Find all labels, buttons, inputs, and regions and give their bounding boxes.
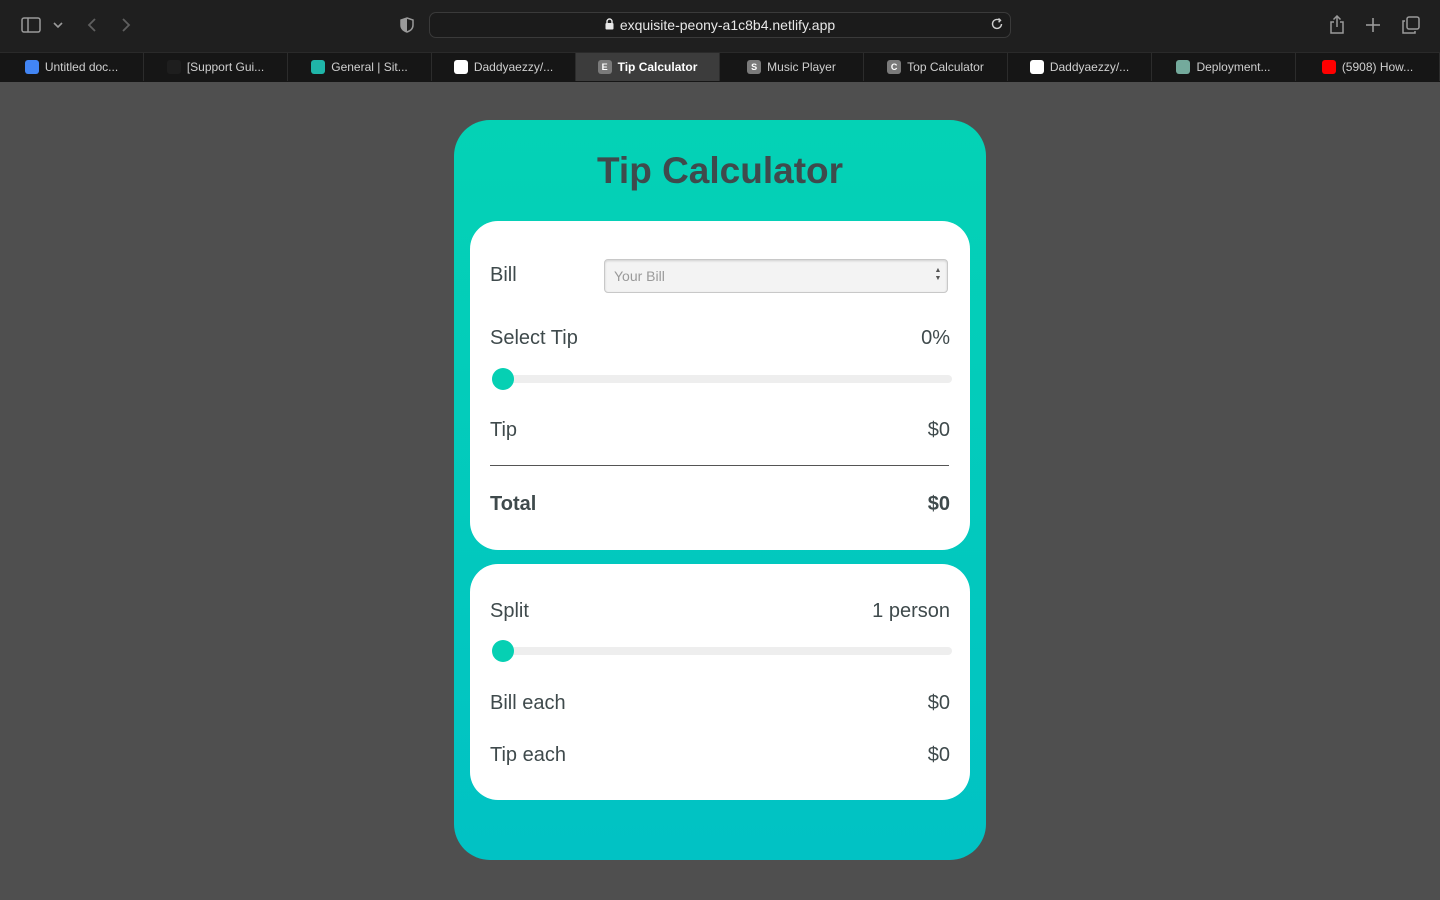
browser-tab[interactable]: Daddyaezzy/... <box>432 53 576 81</box>
lock-icon <box>605 17 614 33</box>
youtube-icon <box>1321 60 1336 74</box>
browser-tab-label: Top Calculator <box>907 60 984 74</box>
github-icon <box>1029 60 1044 74</box>
split-slider-handle[interactable] <box>492 640 514 662</box>
tab-overview-icon[interactable] <box>1400 15 1422 35</box>
split-label: Split <box>490 600 529 622</box>
browser-tab-label: Deployment... <box>1196 60 1271 74</box>
browser-tab[interactable]: S Music Player <box>720 53 864 81</box>
shield-icon[interactable] <box>398 16 416 34</box>
bill-each-label: Bill each <box>490 692 566 714</box>
docs-icon <box>24 60 39 74</box>
split-slider[interactable] <box>492 640 952 662</box>
tip-row: Tip $0 <box>490 419 950 442</box>
browser-toolbar: exquisite-peony-a1c8b4.netlify.app <box>0 0 1440 52</box>
reload-icon[interactable] <box>990 17 1004 34</box>
browser-tab[interactable]: [Support Gui... <box>144 53 288 81</box>
bill-label: Bill <box>490 264 517 286</box>
tab-bar: Untitled doc... [Support Gui... General | … <box>0 52 1440 82</box>
page-title: Tip Calculator <box>596 150 844 191</box>
browser-tab[interactable]: (5908) How... <box>1296 53 1440 81</box>
total-row: Total $0 <box>490 493 950 516</box>
browser-tab[interactable]: General | Sit... <box>288 53 432 81</box>
select-tip-row: Select Tip 0% <box>490 327 950 350</box>
split-value: 1 person <box>872 600 950 622</box>
total-label: Total <box>490 493 537 515</box>
tip-slider-handle[interactable] <box>492 368 514 390</box>
back-icon[interactable] <box>84 16 100 34</box>
letter-s-icon: S <box>747 60 762 74</box>
tip-slider[interactable] <box>492 368 952 390</box>
split-row: Split 1 person <box>490 600 950 623</box>
share-icon[interactable] <box>1326 14 1348 36</box>
stepper-icon[interactable]: ▲ ▼ <box>934 267 942 285</box>
slack-icon <box>166 60 181 74</box>
sidebar-toggle-icon[interactable] <box>20 16 42 34</box>
browser-tab-label: General | Sit... <box>331 60 408 74</box>
bill-input[interactable] <box>604 259 948 293</box>
total-value: $0 <box>927 493 950 515</box>
select-tip-label: Select Tip <box>490 327 578 349</box>
bill-each-value: $0 <box>927 692 950 714</box>
select-tip-value: 0% <box>921 327 950 349</box>
letter-e-icon: E <box>597 60 612 74</box>
browser-tab-label: Music Player <box>767 60 836 74</box>
github-icon <box>453 60 468 74</box>
browser-tab[interactable]: C Top Calculator <box>864 53 1008 81</box>
tip-each-label: Tip each <box>490 744 566 766</box>
chevron-down-icon[interactable] <box>52 18 64 32</box>
browser-tab-label: (5908) How... <box>1341 60 1414 74</box>
tip-panel: Bill ▲▼ Select Tip 0% Tip $0 Total $0 <box>470 221 970 550</box>
divider <box>490 465 949 466</box>
browser-tab[interactable]: Untitled doc... <box>0 53 144 81</box>
browser-tab-label: Daddyaezzy/... <box>473 60 554 74</box>
browser-tab[interactable]: Daddyaezzy/... <box>1008 53 1152 81</box>
browser-tab-label: [Support Gui... <box>186 60 265 74</box>
chatgpt-icon <box>1176 60 1191 74</box>
diamond-icon <box>311 60 326 74</box>
tip-each-value: $0 <box>927 744 950 766</box>
browser-tab-label: Daddyaezzy/... <box>1049 60 1130 74</box>
url-text: exquisite-peony-a1c8b4.netlify.app <box>619 17 836 33</box>
forward-icon[interactable] <box>118 16 134 34</box>
browser-tab-label: Untitled doc... <box>44 60 119 74</box>
browser-tab[interactable]: E Tip Calculator <box>576 53 720 81</box>
tip-label: Tip <box>490 419 518 441</box>
browser-tab-label: Tip Calculator <box>617 60 698 74</box>
new-tab-icon[interactable] <box>1363 15 1383 35</box>
split-panel: Split 1 person Bill each $0 Tip each $0 <box>470 564 970 800</box>
bill-each-row: Bill each $0 <box>490 692 950 715</box>
browser-tab[interactable]: Deployment... <box>1152 53 1296 81</box>
tip-value: $0 <box>927 419 950 441</box>
letter-c-icon: C <box>887 60 902 74</box>
tip-calculator-card: Tip Calculator Bill ▲▼ Select Tip 0% Tip… <box>454 120 986 860</box>
address-bar[interactable]: exquisite-peony-a1c8b4.netlify.app <box>429 12 1011 38</box>
tip-each-row: Tip each $0 <box>490 744 950 767</box>
